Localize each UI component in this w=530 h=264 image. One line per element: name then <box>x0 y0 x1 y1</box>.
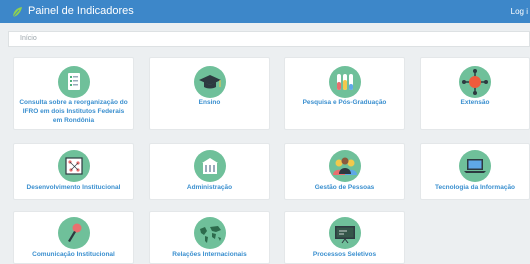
card-administracao[interactable]: Administração <box>149 143 270 200</box>
card-consulta-reorganizacao[interactable]: Consulta sobre a reorganização do IFRO e… <box>13 57 134 130</box>
card-label: Pesquisa e Pós-Graduação <box>302 99 387 106</box>
card-processos-seletivos[interactable]: Processos Seletivos <box>284 211 405 264</box>
card-comunicacao[interactable]: Comunicação Institucional <box>13 211 134 264</box>
breadcrumb-home[interactable]: Início <box>20 35 37 42</box>
card-label: Administração <box>186 184 233 191</box>
card-label: Comunicação Institucional <box>32 251 115 258</box>
network-icon <box>459 66 491 98</box>
card-label: Ensino <box>198 99 221 106</box>
people-icon <box>328 150 361 182</box>
card-label: Desenvolvimento Institucional <box>26 184 121 191</box>
card-label: Processos Seletivos <box>312 251 377 258</box>
card-extensao[interactable]: Extensão <box>420 57 530 130</box>
graduation-cap-icon <box>193 66 226 98</box>
card-gestao-pessoas[interactable]: Gestão de Pessoas <box>284 143 405 200</box>
world-map-icon <box>193 217 226 249</box>
laptop-icon <box>459 150 491 182</box>
card-desenvolvimento[interactable]: Desenvolvimento Institucional <box>13 143 134 200</box>
login-link[interactable]: Log i <box>511 7 528 16</box>
card-label: Extensão <box>460 99 490 106</box>
card-label: Relações Internacionais <box>172 251 247 258</box>
building-icon <box>193 150 226 182</box>
card-ensino[interactable]: Ensino <box>149 57 270 130</box>
app-title[interactable]: Painel de Indicadores <box>28 5 134 17</box>
top-navbar: Painel de Indicadores Log i <box>0 0 530 23</box>
chalkboard-icon <box>328 217 361 249</box>
leaf-logo-icon <box>11 5 23 23</box>
card-label: Tecnologia da Informação <box>434 184 516 191</box>
document-checklist-icon <box>57 66 90 98</box>
card-pesquisa[interactable]: Pesquisa e Pós-Graduação <box>284 57 405 130</box>
card-relacoes-internacionais[interactable]: Relações Internacionais <box>149 211 270 264</box>
test-tubes-icon <box>328 66 361 98</box>
breadcrumb: Início <box>8 31 530 47</box>
card-label: Consulta sobre a reorganização do IFRO e… <box>19 99 128 124</box>
card-label: Gestão de Pessoas <box>314 184 375 191</box>
card-tecnologia[interactable]: Tecnologia da Informação <box>420 143 530 200</box>
microphone-icon <box>57 217 90 249</box>
chart-diagram-icon <box>57 150 90 182</box>
